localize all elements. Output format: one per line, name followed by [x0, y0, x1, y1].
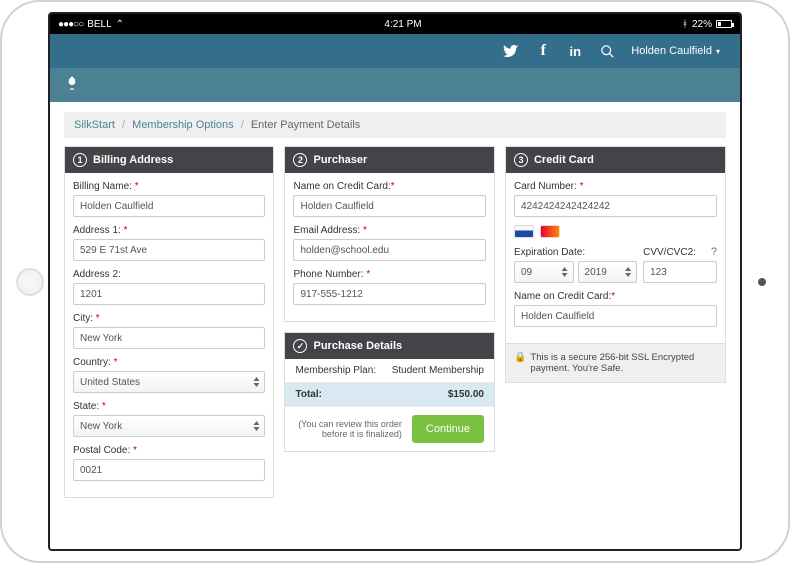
billing-title: Billing Address — [93, 154, 173, 166]
visa-icon — [514, 225, 534, 238]
continue-button[interactable]: Continue — [412, 415, 484, 443]
address1-label: Address 1: * — [73, 225, 265, 236]
caret-down-icon: ▾ — [716, 47, 720, 56]
review-note: (You can review this order before it is … — [295, 419, 401, 439]
search-icon[interactable] — [591, 34, 623, 68]
card-name-input[interactable] — [514, 305, 717, 327]
phone-input[interactable] — [293, 283, 485, 305]
address2-label: Address 2: — [73, 269, 265, 280]
step-2-badge: 2 — [293, 153, 307, 167]
check-icon: ✓ — [293, 339, 307, 353]
card-name-label: Name on Credit Card:* — [514, 291, 717, 302]
card-title: Credit Card — [534, 154, 594, 166]
status-bar: ●●●○○ BELL ⌃ 4:21 PM ᚼ 22% — [50, 14, 740, 34]
exp-label: Expiration Date: — [514, 247, 637, 258]
cvv-help-icon[interactable]: ? — [711, 246, 717, 258]
state-label: State: * — [73, 401, 265, 412]
breadcrumb-options[interactable]: Membership Options — [132, 119, 234, 131]
purchaser-panel: 2 Purchaser Name on Credit Card:* Email … — [284, 146, 494, 322]
breadcrumb-root[interactable]: SilkStart — [74, 119, 115, 131]
phone-label: Phone Number: * — [293, 269, 485, 280]
exp-year-select[interactable]: 2019 — [578, 261, 638, 283]
bluetooth-icon: ᚼ — [682, 19, 688, 30]
card-number-input[interactable] — [514, 195, 717, 217]
battery-icon — [716, 20, 732, 28]
facebook-icon[interactable]: f — [527, 34, 559, 68]
country-select[interactable]: United States — [73, 371, 265, 393]
total-label: Total: — [295, 389, 447, 400]
mastercard-icon — [540, 225, 560, 238]
user-name: Holden Caulfield — [631, 45, 712, 57]
cvv-input[interactable] — [643, 261, 717, 283]
purchase-details-panel: ✓ Purchase Details Membership Plan: Stud… — [284, 332, 494, 452]
wifi-icon: ⌃ — [116, 19, 124, 30]
statusbar-time: 4:21 PM — [384, 19, 421, 30]
breadcrumb-current: Enter Payment Details — [251, 119, 360, 131]
purchaser-title: Purchaser — [313, 154, 367, 166]
address1-input[interactable] — [73, 239, 265, 261]
twitter-icon[interactable] — [495, 34, 527, 68]
device-home-button — [16, 268, 44, 296]
purchase-title: Purchase Details — [313, 340, 402, 352]
country-label: Country: * — [73, 357, 265, 368]
logo-icon[interactable] — [64, 73, 80, 98]
credit-card-panel: 3 Credit Card Card Number: * Exp — [505, 146, 726, 383]
linkedin-icon[interactable]: in — [559, 34, 591, 68]
purchaser-name-label: Name on Credit Card:* — [293, 181, 485, 192]
card-number-label: Card Number: * — [514, 181, 717, 192]
city-label: City: * — [73, 313, 265, 324]
brand-bar — [50, 68, 740, 102]
exp-month-select[interactable]: 09 — [514, 261, 574, 283]
breadcrumb: SilkStart / Membership Options / Enter P… — [64, 112, 726, 138]
billing-name-input[interactable] — [73, 195, 265, 217]
step-1-badge: 1 — [73, 153, 87, 167]
purchaser-name-input[interactable] — [293, 195, 485, 217]
signal-dots-icon: ●●●○○ — [58, 19, 83, 30]
battery-percent: 22% — [692, 19, 712, 30]
email-input[interactable] — [293, 239, 485, 261]
billing-name-label: Billing Name: * — [73, 181, 265, 192]
billing-address-panel: 1 Billing Address Billing Name: * Addres… — [64, 146, 274, 498]
total-value: $150.00 — [448, 389, 484, 400]
postal-input[interactable] — [73, 459, 265, 481]
lock-icon: 🔒 — [514, 352, 526, 363]
plan-label: Membership Plan: — [295, 365, 391, 376]
plan-value: Student Membership — [392, 365, 484, 376]
address2-input[interactable] — [73, 283, 265, 305]
cvv-label: CVV/CVC2:? — [643, 246, 717, 258]
postal-label: Postal Code: * — [73, 445, 265, 456]
carrier-label: BELL — [87, 19, 111, 30]
state-select[interactable]: New York — [73, 415, 265, 437]
step-3-badge: 3 — [514, 153, 528, 167]
secure-notice: 🔒 This is a secure 256-bit SSL Encrypted… — [506, 343, 725, 382]
email-label: Email Address: * — [293, 225, 485, 236]
device-camera — [758, 278, 766, 286]
top-nav: f in Holden Caulfield ▾ — [50, 34, 740, 68]
city-input[interactable] — [73, 327, 265, 349]
user-menu[interactable]: Holden Caulfield ▾ — [623, 45, 728, 57]
